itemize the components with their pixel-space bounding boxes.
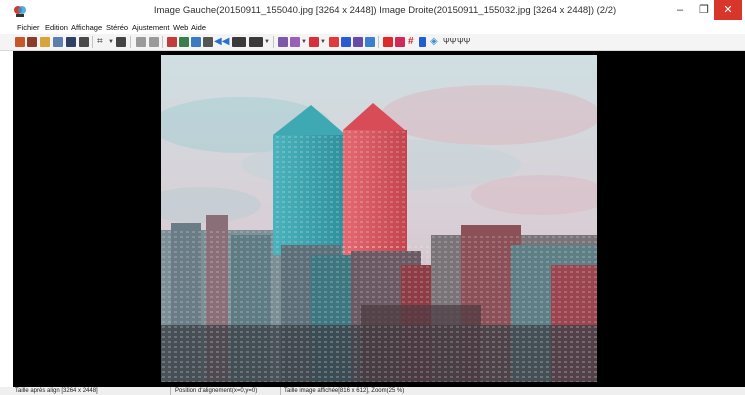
bars-icon[interactable] (419, 37, 426, 47)
copy-icon[interactable] (53, 37, 63, 47)
menu-edition[interactable]: Edition (45, 22, 68, 34)
menu-web[interactable]: Web (173, 22, 188, 34)
color-picker-icon[interactable] (167, 37, 177, 47)
status-display-size-zoom: Taille image affichée[816 x 612], Zoom(2… (284, 388, 405, 394)
hash-icon[interactable]: # (408, 36, 414, 48)
open-right-icon[interactable] (27, 37, 37, 47)
status-separator (170, 387, 171, 395)
red-cyan-text-icon[interactable] (395, 37, 405, 47)
status-bar: Taille après align [3264 x 2448] Positio… (0, 387, 745, 395)
status-separator (280, 387, 281, 395)
minimize-button[interactable]: – (670, 0, 690, 20)
mode-red-icon[interactable] (309, 37, 319, 47)
text-tt-icon[interactable]: ΨΨ (443, 36, 456, 48)
restore-button[interactable]: ❐ (694, 0, 714, 20)
crop-dropdown-chevron-icon[interactable]: ▼ (108, 37, 114, 47)
mode-red2-icon[interactable] (329, 37, 339, 47)
text-tt2-icon[interactable]: ΨΨ (457, 36, 470, 48)
redo-icon[interactable] (149, 37, 159, 47)
status-aligned-size: Taille après align [3264 x 2448] (15, 388, 98, 394)
diamond-icon[interactable]: ◈ (430, 36, 438, 48)
close-button[interactable]: ✕ (714, 0, 742, 20)
mode-mix-icon[interactable] (365, 37, 375, 47)
menu-bar: Fichier Edition Affichage Stéréo Ajustem… (0, 22, 745, 34)
red-cyan-icon[interactable] (383, 37, 393, 47)
app-logo-icon (14, 6, 26, 17)
undo-icon[interactable] (136, 37, 146, 47)
toolbar-separator (273, 36, 274, 48)
mode-dropdown-chevron-icon[interactable]: ▼ (301, 37, 307, 47)
menu-aide[interactable]: Aide (191, 22, 206, 34)
zoom-dropdown-chevron-icon[interactable]: ▼ (264, 37, 270, 47)
menu-stereo[interactable]: Stéréo (106, 22, 128, 34)
title-bar: Image Gauche(20150911_155040.jpg [3264 x… (0, 0, 745, 22)
menu-affichage[interactable]: Affichage (71, 22, 102, 34)
image-viewer[interactable] (13, 51, 745, 387)
mode-purple-icon[interactable] (278, 37, 288, 47)
save-icon[interactable] (66, 37, 76, 47)
window-title: Image Gauche(20150911_155040.jpg [3264 x… (153, 5, 617, 16)
fit-icon[interactable] (203, 37, 213, 47)
mode2-dropdown-chevron-icon[interactable]: ▼ (320, 37, 326, 47)
menu-fichier[interactable]: Fichier (17, 22, 40, 34)
anaglyph-icon[interactable] (179, 37, 189, 47)
mode-blue-icon[interactable] (341, 37, 351, 47)
grid-icon[interactable] (116, 37, 126, 47)
zoom-level-icon[interactable] (249, 37, 263, 47)
crop-icon[interactable]: ⌗ (97, 36, 103, 48)
toolbar: ⌗ ▼ ◀◀ ▼ ▼ ▼ # ◈ ΨΨ ΨΨ (0, 34, 745, 51)
mode-purple2-icon[interactable] (353, 37, 363, 47)
toolbar-separator (92, 36, 93, 48)
toolbar-separator (130, 36, 131, 48)
previous-icon[interactable]: ◀◀ (214, 36, 229, 48)
toolbar-separator (162, 36, 163, 48)
side-by-side-icon[interactable] (191, 37, 201, 47)
print-icon[interactable] (79, 37, 89, 47)
status-alignment-position: Position d'alignement(x=0,y=0) (175, 388, 258, 394)
menu-ajustement[interactable]: Ajustement (132, 22, 170, 34)
open-left-icon[interactable] (15, 37, 25, 47)
toolbar-separator (378, 36, 379, 48)
open-folder-icon[interactable] (40, 37, 50, 47)
anaglyph-image (161, 55, 597, 382)
zoom-icon[interactable] (232, 37, 246, 47)
mode-violet-icon[interactable] (290, 37, 300, 47)
